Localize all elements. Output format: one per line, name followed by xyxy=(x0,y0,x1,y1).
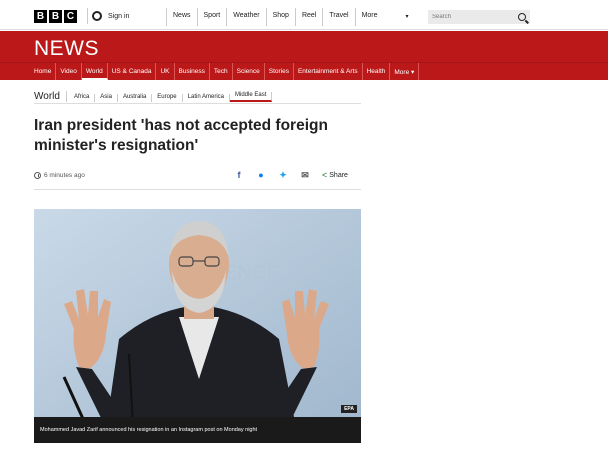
section-home[interactable]: Home xyxy=(30,63,57,80)
signin-link[interactable]: Sign in xyxy=(87,8,129,24)
subnav-europe[interactable]: Europe xyxy=(152,94,183,102)
section-tech[interactable]: Tech xyxy=(210,63,233,80)
news-title[interactable]: NEWS xyxy=(34,37,99,61)
subnav-latin-america[interactable]: Latin America xyxy=(183,94,231,102)
top-nav-travel[interactable]: Travel xyxy=(322,8,354,26)
top-nav-more[interactable]: More ▾ xyxy=(354,8,415,26)
timestamp: 6 minutes ago xyxy=(34,172,85,179)
share-button[interactable]: < Share xyxy=(322,170,348,180)
section-business[interactable]: Business xyxy=(175,63,210,80)
more-label: More xyxy=(361,12,378,19)
clock-icon xyxy=(34,172,41,179)
top-nav-shop[interactable]: Shop xyxy=(265,8,295,26)
divider xyxy=(34,189,361,190)
email-icon[interactable]: ✉ xyxy=(300,169,310,181)
top-nav-reel[interactable]: Reel xyxy=(294,8,322,26)
section-video[interactable]: Video xyxy=(56,63,82,80)
search-box xyxy=(428,10,530,24)
section-world[interactable]: World xyxy=(81,63,108,80)
sub-nav: World Africa Asia Australia Europe Latin… xyxy=(34,85,273,102)
image-caption: Mohammed Javad Zarif announced his resig… xyxy=(34,417,361,443)
section-us-canada[interactable]: US & Canada xyxy=(108,63,157,80)
top-nav-sport[interactable]: Sport xyxy=(196,8,227,26)
top-bar: B B C Sign in News Sport Weather Shop Re… xyxy=(0,0,608,30)
top-nav-news[interactable]: News xyxy=(166,8,197,26)
section-entertainment-arts[interactable]: Entertainment & Arts xyxy=(294,63,363,80)
share-label: Share xyxy=(329,171,348,179)
twitter-icon[interactable]: ✦ xyxy=(278,169,288,181)
subnav-middle-east[interactable]: Middle East xyxy=(230,92,273,102)
logo-letter: B xyxy=(34,10,47,23)
article-image: ENCE EPA Mohammed Javad Zarif announced … xyxy=(34,209,361,443)
chevron-down-icon: ▾ xyxy=(405,14,409,20)
signin-label: Sign in xyxy=(108,12,130,20)
top-nav: News Sport Weather Shop Reel Travel More… xyxy=(166,8,415,26)
timestamp-text: 6 minutes ago xyxy=(44,172,85,179)
subnav-australia[interactable]: Australia xyxy=(118,94,153,102)
share-tools: f ● ✦ ✉ < Share xyxy=(234,169,348,181)
facebook-icon[interactable]: f xyxy=(234,169,244,181)
subnav-africa[interactable]: Africa xyxy=(69,94,96,102)
logo-letter: B xyxy=(49,10,62,23)
svg-text:ENCE: ENCE xyxy=(224,262,280,284)
subnav-asia[interactable]: Asia xyxy=(95,94,118,102)
article-headline: Iran president 'has not accepted foreign… xyxy=(34,117,328,154)
subnav-world[interactable]: World xyxy=(34,91,67,102)
news-banner: NEWS xyxy=(0,31,608,62)
messenger-icon[interactable]: ● xyxy=(256,169,266,181)
section-health[interactable]: Health xyxy=(363,63,391,80)
divider xyxy=(34,103,361,104)
section-stories[interactable]: Stories xyxy=(265,63,294,80)
search-icon[interactable] xyxy=(518,13,526,21)
article-meta: 6 minutes ago f ● ✦ ✉ < Share xyxy=(34,169,361,185)
portrait-illustration: ENCE xyxy=(34,209,361,443)
logo-letter: C xyxy=(64,10,77,23)
section-nav: Home Video World US & Canada UK Business… xyxy=(0,62,608,80)
search-input[interactable] xyxy=(432,14,516,20)
bbc-logo[interactable]: B B C xyxy=(34,10,77,23)
image-credit: EPA xyxy=(341,405,357,413)
section-more[interactable]: More ▾ xyxy=(390,63,420,80)
top-nav-weather[interactable]: Weather xyxy=(226,8,265,26)
share-icon: < xyxy=(322,170,328,180)
user-icon xyxy=(92,11,102,21)
section-uk[interactable]: UK xyxy=(156,63,175,80)
section-science[interactable]: Science xyxy=(233,63,265,80)
